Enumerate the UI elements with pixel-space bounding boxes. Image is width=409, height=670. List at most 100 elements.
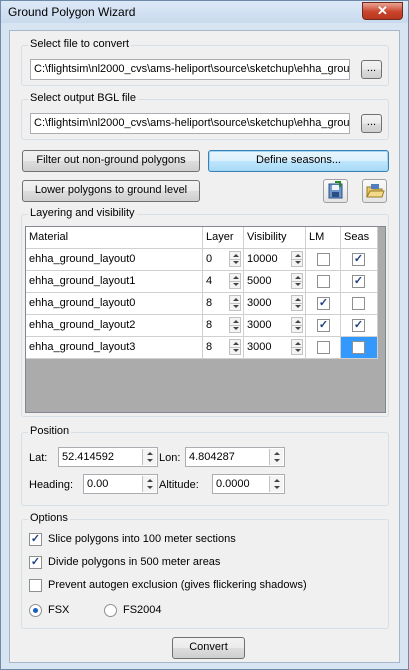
row-visibility-stepper[interactable]: 3000 [244, 293, 306, 315]
row-visibility-stepper[interactable]: 3000 [244, 315, 306, 337]
row-visibility-stepper[interactable]: 5000 [244, 271, 306, 293]
position-label: Position [28, 425, 72, 437]
layer-spin-icon[interactable] [229, 317, 241, 333]
visibility-spin-icon[interactable] [291, 273, 303, 289]
row-visibility-value: 3000 [247, 297, 272, 309]
column-header-lm[interactable]: LM [306, 227, 341, 249]
fs2004-label[interactable]: FS2004 [123, 604, 162, 616]
source-file-label: Select file to convert [28, 38, 132, 50]
seas-checkbox[interactable]: ✓ [352, 319, 365, 332]
lower-polygons-button[interactable]: Lower polygons to ground level [22, 180, 200, 202]
row-material[interactable]: ehha_ground_layout0 [26, 249, 203, 271]
seas-checkbox[interactable]: ✓ [352, 275, 365, 288]
layer-spin-icon[interactable] [229, 251, 241, 267]
fsx-label[interactable]: FSX [48, 604, 69, 616]
row-layer-stepper[interactable]: 8 [203, 293, 244, 315]
lon-value: 4.804287 [189, 451, 235, 463]
row-visibility-value: 5000 [247, 275, 272, 287]
row-seas-cell: ✓ [341, 315, 378, 337]
lm-checkbox[interactable]: ✓ [317, 297, 330, 310]
row-material[interactable]: ehha_ground_layout3 [26, 337, 203, 359]
heading-spin-icon[interactable] [142, 476, 156, 492]
row-layer-value: 8 [206, 341, 213, 353]
row-lm-cell [306, 337, 341, 359]
heading-field[interactable]: 0.00 [83, 474, 158, 494]
wizard-window: Ground Polygon Wizard ✕ Select file to c… [0, 0, 409, 670]
row-seas-cell [341, 293, 378, 315]
open-folder-icon[interactable] [362, 179, 387, 203]
row-layer-value: 8 [206, 297, 213, 309]
visibility-spin-icon[interactable] [291, 317, 303, 333]
lat-label: Lat: [29, 452, 48, 464]
lat-field[interactable]: 52.414592 [58, 447, 158, 467]
column-header-visibility[interactable]: Visibility [244, 227, 306, 249]
layering-grid: Material Layer Visibility LM Seas ehha_g… [25, 226, 386, 413]
filter-polygons-button[interactable]: Filter out non-ground polygons [22, 150, 200, 172]
heading-label: Heading: [29, 479, 74, 491]
output-browse-button[interactable]: ... [361, 114, 382, 133]
define-seasons-button[interactable]: Define seasons... [208, 150, 389, 172]
visibility-spin-icon[interactable] [291, 251, 303, 267]
row-seas-cell-selected [341, 337, 378, 359]
lm-checkbox[interactable] [317, 341, 330, 354]
visibility-spin-icon[interactable] [291, 295, 303, 311]
row-visibility-value: 3000 [247, 319, 272, 331]
lm-checkbox[interactable] [317, 275, 330, 288]
row-lm-cell [306, 249, 341, 271]
position-group: Position Lat: 52.414592 Lon: 4.804287 He… [21, 425, 389, 506]
wizard-body: Select file to convert C:\flightsim\nl20… [9, 30, 400, 663]
lon-label: Lon: [159, 452, 181, 464]
divide-checkbox[interactable]: ✓ [29, 556, 42, 569]
prevent-checkbox[interactable] [29, 579, 42, 592]
altitude-spin-icon[interactable] [269, 476, 283, 492]
output-file-group: Select output BGL file C:\flightsim\nl20… [21, 92, 389, 140]
row-layer-stepper[interactable]: 0 [203, 249, 244, 271]
close-button[interactable]: ✕ [362, 2, 403, 20]
row-lm-cell: ✓ [306, 315, 341, 337]
row-seas-cell: ✓ [341, 271, 378, 293]
row-layer-stepper[interactable]: 8 [203, 315, 244, 337]
layer-spin-icon[interactable] [229, 339, 241, 355]
divide-label[interactable]: Divide polygons in 500 meter areas [48, 556, 220, 568]
row-layer-value: 0 [206, 253, 213, 265]
layer-spin-icon[interactable] [229, 295, 241, 311]
fs2004-radio[interactable] [104, 604, 117, 617]
slice-label[interactable]: Slice polygons into 100 meter sections [48, 533, 236, 545]
altitude-value: 0.0000 [216, 478, 250, 490]
lon-field[interactable]: 4.804287 [185, 447, 285, 467]
row-material[interactable]: ehha_ground_layout1 [26, 271, 203, 293]
row-seas-cell: ✓ [341, 249, 378, 271]
slice-checkbox[interactable]: ✓ [29, 533, 42, 546]
row-material[interactable]: ehha_ground_layout2 [26, 315, 203, 337]
column-header-material[interactable]: Material [26, 227, 203, 249]
seas-checkbox[interactable]: ✓ [352, 253, 365, 266]
lm-checkbox[interactable]: ✓ [317, 319, 330, 332]
lon-spin-icon[interactable] [269, 449, 283, 465]
column-header-seas[interactable]: Seas [341, 227, 378, 249]
layer-spin-icon[interactable] [229, 273, 241, 289]
row-layer-stepper[interactable]: 4 [203, 271, 244, 293]
row-visibility-stepper[interactable]: 10000 [244, 249, 306, 271]
source-browse-button[interactable]: ... [361, 60, 382, 79]
altitude-label: Altitude: [159, 479, 199, 491]
fsx-radio[interactable] [29, 604, 42, 617]
row-material[interactable]: ehha_ground_layout0 [26, 293, 203, 315]
output-path-field[interactable]: C:\flightsim\nl2000_cvs\ams-heliport\sou… [30, 113, 350, 134]
output-file-label: Select output BGL file [28, 92, 138, 104]
lat-spin-icon[interactable] [142, 449, 156, 465]
seas-checkbox[interactable] [352, 297, 365, 310]
column-header-layer[interactable]: Layer [203, 227, 244, 249]
source-path-field[interactable]: C:\flightsim\nl2000_cvs\ams-heliport\sou… [30, 59, 350, 80]
convert-button[interactable]: Convert [172, 637, 245, 659]
row-layer-stepper[interactable]: 8 [203, 337, 244, 359]
save-icon[interactable] [323, 179, 348, 203]
row-layer-value: 4 [206, 275, 213, 287]
visibility-spin-icon[interactable] [291, 339, 303, 355]
seas-checkbox[interactable] [352, 341, 365, 354]
options-label: Options [28, 512, 70, 524]
lm-checkbox[interactable] [317, 253, 330, 266]
prevent-label[interactable]: Prevent autogen exclusion (gives flicker… [48, 579, 307, 591]
row-visibility-stepper[interactable]: 3000 [244, 337, 306, 359]
altitude-field[interactable]: 0.0000 [212, 474, 285, 494]
heading-value: 0.00 [87, 478, 109, 490]
